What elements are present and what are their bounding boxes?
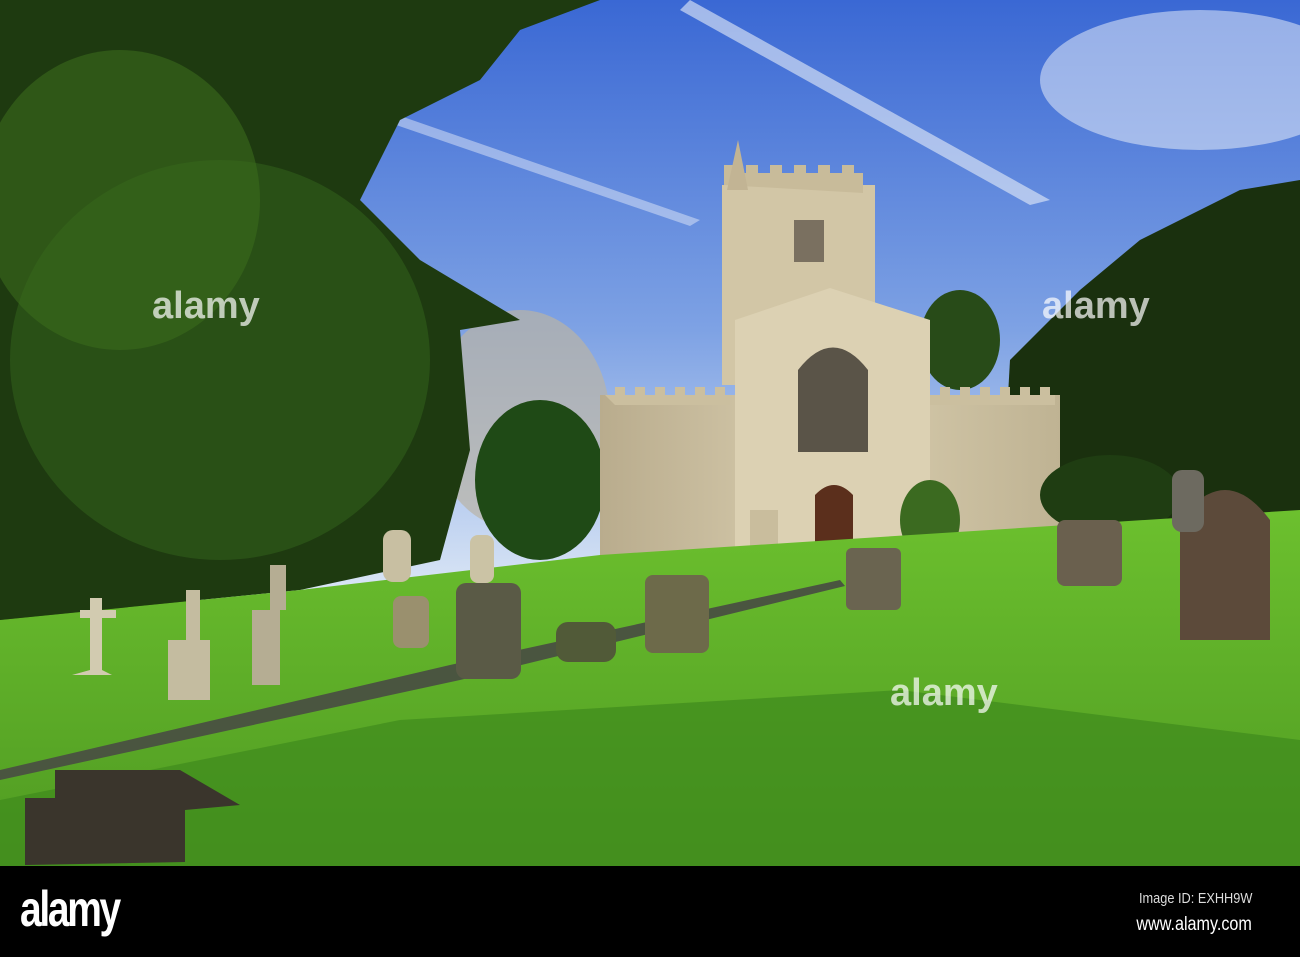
yew-tree (475, 400, 605, 560)
site-url: www.alamy.com (1136, 914, 1252, 935)
footer-bar: alamy Image ID: EXHH9W www.alamy.com (0, 866, 1300, 957)
gravestone (393, 596, 429, 648)
tree (920, 290, 1000, 390)
watermark: alamy (1042, 285, 1150, 327)
gravestone (556, 622, 616, 662)
gravestone (645, 575, 709, 653)
alamy-logo: alamy (20, 881, 121, 937)
stock-photo: alamy alamy alamy alamy Image ID: EXHH9W… (0, 0, 1300, 957)
gravestone (846, 548, 901, 610)
image-id: Image ID: EXHH9W (1138, 890, 1252, 907)
watermark: alamy (152, 285, 260, 327)
gravestone (456, 583, 521, 679)
gravestone (1057, 520, 1122, 586)
gravestone (1172, 470, 1204, 532)
stained-glass-window (798, 347, 868, 452)
gravestone (470, 535, 494, 583)
watermark: alamy (890, 672, 998, 714)
gravestone (383, 530, 411, 582)
churchyard-photo: alamy alamy alamy (0, 0, 1300, 866)
belfry-window (794, 220, 824, 262)
